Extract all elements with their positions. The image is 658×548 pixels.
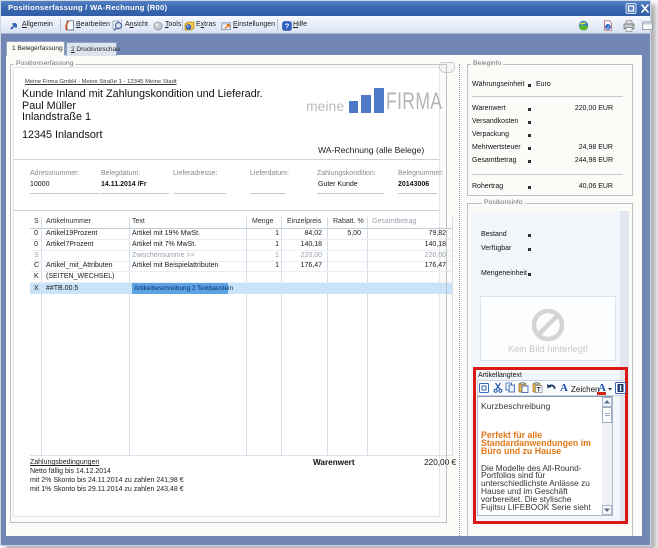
svg-text:T: T [537, 387, 541, 393]
svg-text:I: I [619, 384, 622, 393]
svg-text:?: ? [285, 22, 290, 31]
